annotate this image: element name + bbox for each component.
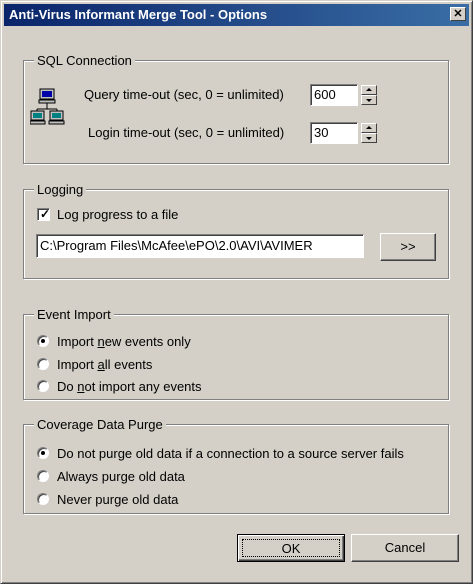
option-text: ew events only	[104, 334, 191, 349]
network-computers-icon	[30, 88, 65, 125]
logging-label: Logging	[34, 182, 87, 197]
log-progress-checkbox[interactable]: ✓	[37, 208, 50, 221]
login-timeout-up-button[interactable]	[361, 123, 377, 133]
query-timeout-label: Query time-out (sec, 0 = unlimited)	[84, 87, 284, 102]
always-purge-radio[interactable]	[37, 470, 49, 482]
window-title: Anti-Virus Informant Merge Tool - Option…	[9, 7, 268, 22]
option-accel: a	[97, 357, 105, 372]
arrow-up-icon	[366, 126, 372, 129]
checkmark-icon: ✓	[40, 207, 51, 221]
coverage-purge-group: Coverage Data Purge Do not purge old dat…	[23, 417, 449, 514]
purge-on-fail-radio[interactable]	[37, 447, 49, 459]
close-icon: ✕	[453, 8, 463, 20]
login-timeout-input[interactable]: 30	[310, 122, 358, 144]
sql-connection-label: SQL Connection	[34, 53, 135, 68]
purge-on-fail-label[interactable]: Do not purge old data if a connection to…	[57, 446, 404, 461]
import-new-events-radio[interactable]	[37, 335, 49, 347]
option-text: ot import any events	[84, 379, 202, 394]
options-dialog: Anti-Virus Informant Merge Tool - Option…	[0, 0, 473, 584]
login-timeout-down-button[interactable]	[361, 133, 377, 143]
arrow-down-icon	[366, 137, 372, 140]
login-timeout-label: Login time-out (sec, 0 = unlimited)	[88, 125, 285, 140]
logging-group: Logging ✓ Log progress to a file C:\Prog…	[23, 182, 449, 279]
no-import-radio[interactable]	[37, 380, 49, 392]
event-import-label: Event Import	[34, 307, 114, 322]
option-text: Import	[57, 357, 98, 372]
option-text: Import	[57, 334, 98, 349]
coverage-purge-label: Coverage Data Purge	[34, 417, 166, 432]
ok-button[interactable]: OK	[237, 534, 345, 562]
log-progress-label[interactable]: Log progress to a file	[57, 207, 178, 222]
arrow-down-icon	[366, 99, 372, 102]
import-new-events-label[interactable]: Import new events only	[57, 334, 191, 349]
query-timeout-up-button[interactable]	[361, 85, 377, 95]
import-all-events-label[interactable]: Import all events	[57, 357, 152, 372]
cancel-button[interactable]: Cancel	[351, 534, 459, 562]
browse-button[interactable]: >>	[380, 233, 436, 261]
radio-dot-icon	[41, 451, 45, 455]
never-purge-radio[interactable]	[37, 493, 49, 505]
log-path-input[interactable]: C:\Program Files\McAfee\ePO\2.0\AVI\AVIM…	[36, 234, 364, 258]
never-purge-label[interactable]: Never purge old data	[57, 492, 178, 507]
no-import-label[interactable]: Do not import any events	[57, 379, 202, 394]
sql-connection-group: SQL Connection Query time-out (sec, 0 = …	[23, 53, 449, 164]
radio-dot-icon	[41, 339, 45, 343]
option-text: ll events	[104, 357, 153, 372]
ok-focus-rect: OK	[242, 539, 340, 557]
option-text: Do	[57, 379, 78, 394]
event-import-group: Event Import Import new events only Impo…	[23, 307, 449, 400]
query-timeout-input[interactable]: 600	[310, 84, 358, 106]
close-button[interactable]: ✕	[450, 7, 466, 21]
query-timeout-down-button[interactable]	[361, 95, 377, 105]
login-timeout-spinner[interactable]	[361, 123, 377, 143]
import-all-events-radio[interactable]	[37, 358, 49, 370]
arrow-up-icon	[366, 88, 372, 91]
query-timeout-spinner[interactable]	[361, 85, 377, 105]
title-bar[interactable]: Anti-Virus Informant Merge Tool - Option…	[4, 4, 469, 26]
always-purge-label[interactable]: Always purge old data	[57, 469, 185, 484]
option-accel: n	[97, 334, 105, 349]
